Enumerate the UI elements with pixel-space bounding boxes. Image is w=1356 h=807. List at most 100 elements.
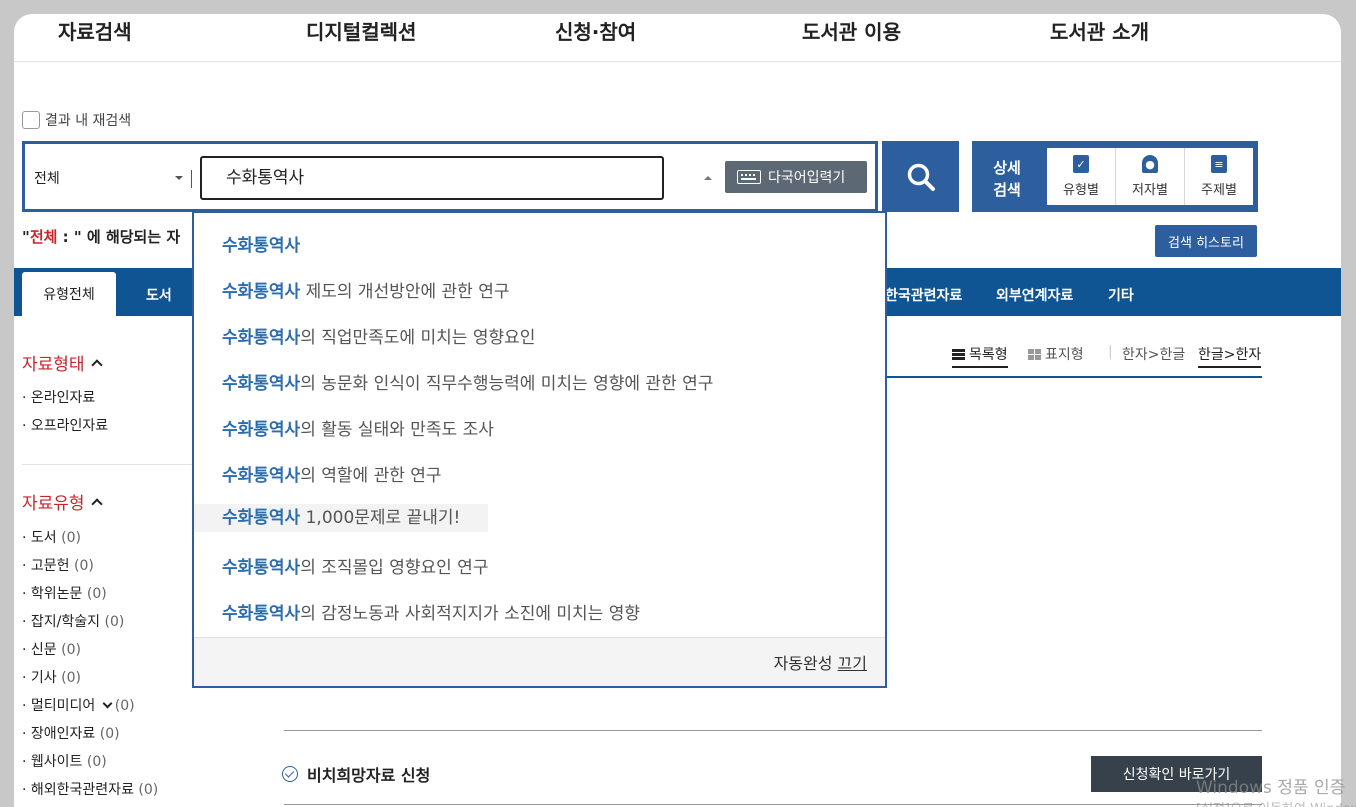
gnb-item-about[interactable]: 도서관 소개 (1050, 16, 1149, 45)
facet-type-item[interactable]: · 신문 (0) (22, 639, 81, 659)
global-nav: 자료검색 디지털컬렉션 신청·참여 도서관 이용 도서관 소개 (14, 14, 1341, 62)
tab-korea-related[interactable]: 한국관련자료 (885, 285, 962, 305)
autocomplete-suffix: 의 조직몰입 영향요인 연구 (300, 558, 489, 578)
facet-type-item-count: (0) (61, 642, 81, 658)
facet-type-item-count: (0) (138, 782, 159, 798)
advanced-label-line1: 상세 (993, 159, 1021, 177)
advanced-by-type[interactable]: ✓ 유형별 (1047, 148, 1115, 205)
research-checkbox[interactable] (22, 111, 40, 129)
autocomplete-item[interactable]: 수화통역사의 활동 실태와 만족도 조사 (222, 415, 494, 440)
tab-all-types[interactable]: 유형전체 (22, 272, 116, 316)
keyboard-label: 다국어입력기 (768, 170, 846, 186)
checklist-icon: ✓ (1073, 155, 1089, 173)
autocomplete-suffix: 의 농문화 인식이 직무수행능력에 미치는 영향에 관한 연구 (300, 374, 714, 394)
advanced-search: 상세 검색 ✓ 유형별 ● 저자별 ≡ 주제별 (972, 141, 1258, 212)
divider (22, 464, 192, 465)
facet-type-item[interactable]: · 해외한국관련자료 (0) (22, 779, 158, 799)
autocomplete-item[interactable]: 수화통역사의 농문화 인식이 직무수행능력에 미치는 영향에 관한 연구 (222, 369, 713, 394)
research-toggle[interactable]: 결과 내 재검색 (22, 110, 131, 130)
autocomplete-suffix: 의 직업만족도에 미치는 영향요인 (300, 328, 536, 348)
autocomplete-suffix: 제도의 개선방안에 관한 연구 (300, 282, 510, 302)
autocomplete-off-link[interactable]: 끄기 (838, 654, 867, 673)
view-cover-button[interactable]: 표지형 (1028, 344, 1084, 364)
facet-type-item[interactable]: · 도서 (0) (22, 527, 81, 547)
facet-form-item[interactable]: · 온라인자료 (22, 387, 95, 407)
facet-online: 온라인자료 (30, 390, 96, 406)
view-list-button[interactable]: 목록형 (952, 344, 1008, 368)
caret-up-icon[interactable] (704, 176, 712, 180)
facet-type-item[interactable]: · 장애인자료 (0) (22, 723, 120, 743)
autocomplete-suffix: 의 활동 실태와 만족도 조사 (300, 420, 494, 440)
autocomplete-item[interactable]: 수화통역사 제도의 개선방안에 관한 연구 (222, 277, 510, 302)
facet-type-item[interactable]: · 웹사이트 (0) (22, 751, 107, 771)
facet-type-item-count: (0) (86, 586, 107, 602)
facet-type-item-label: 잡지/학술지 (30, 614, 101, 630)
facet-type-item[interactable]: · 고문헌 (0) (22, 555, 94, 575)
chevron-down-icon[interactable] (102, 698, 113, 709)
facet-type-item-label: 도서 (30, 530, 57, 546)
advanced-label-line2: 검색 (993, 181, 1021, 199)
search-box: 전체 수화통역사 다국어입력기 (22, 141, 878, 212)
autocomplete-keyword: 수화통역사 (222, 466, 301, 486)
facet-type-item[interactable]: · 학위논문 (0) (22, 583, 107, 603)
scope-select[interactable]: 전체 (34, 168, 60, 188)
multilingual-keyboard-button[interactable]: 다국어입력기 (725, 161, 867, 193)
autocomplete-item[interactable]: 수화통역사의 감정노동과 사회적지지가 소진에 미치는 영향 (222, 599, 640, 624)
facet-type-item[interactable]: · 멀티미디어 (0) (22, 695, 135, 715)
facet-type-title[interactable]: 자료유형 (22, 489, 103, 514)
autocomplete-item-hovered[interactable]: 수화통역사 1,000문제로 끝내기! (194, 504, 489, 532)
facet-type-item-count: (0) (61, 530, 81, 546)
autocomplete-item[interactable]: 수화통역사의 역할에 관한 연구 (222, 461, 442, 486)
hanja-to-hangul-button[interactable]: 한자>한글 (1122, 344, 1185, 364)
facet-type-item-count: (0) (114, 698, 135, 714)
facet-form-item[interactable]: · 오프라인자료 (22, 415, 108, 435)
autocomplete-item[interactable]: 수화통역사의 직업만족도에 미치는 영향요인 (222, 323, 535, 348)
view-separator: | (1108, 344, 1113, 360)
advanced-by-subject[interactable]: ≡ 주제별 (1184, 148, 1253, 205)
autocomplete-keyword: 수화통역사 (222, 420, 301, 440)
list-view-icon (952, 349, 965, 360)
view-cover-label: 표지형 (1045, 347, 1084, 363)
research-label: 결과 내 재검색 (45, 113, 132, 129)
activation-watermark-sub: [설정]으로 이동하여 Windows를 (1196, 798, 1356, 807)
facet-type-label: 자료유형 (22, 494, 85, 514)
facet-type-item-label: 고문헌 (30, 558, 70, 574)
gnb-item-library-use[interactable]: 도서관 이용 (802, 16, 901, 45)
advanced-search-options: ✓ 유형별 ● 저자별 ≡ 주제별 (1047, 148, 1253, 205)
gnb-item-digital-collection[interactable]: 디지털컬렉션 (306, 16, 416, 45)
keyboard-icon (737, 170, 761, 184)
chevron-up-icon (90, 497, 103, 510)
autocomplete-keyword: 수화통역사 (222, 374, 301, 394)
facet-type-item-label: 학위논문 (30, 586, 83, 602)
autocomplete-suffix: 1,000문제로 끝내기! (300, 508, 461, 528)
tab-external[interactable]: 외부연계자료 (996, 285, 1073, 305)
facet-type-item[interactable]: · 기사 (0) (22, 667, 81, 687)
advanced-by-author[interactable]: ● 저자별 (1115, 148, 1184, 205)
autocomplete-keyword: 수화통역사 (222, 282, 301, 302)
divider (284, 730, 1262, 731)
facet-type-item-label: 웹사이트 (30, 754, 83, 770)
tab-books[interactable]: 도서 (146, 285, 172, 305)
facet-offline: 오프라인자료 (30, 418, 109, 434)
autocomplete-keyword: 수화통역사 (222, 558, 301, 578)
autocomplete-item[interactable]: 수화통역사 (222, 231, 300, 256)
autocomplete-footer: 자동완성 끄기 (194, 637, 885, 686)
facet-type-item[interactable]: · 잡지/학술지 (0) (22, 611, 124, 631)
hangul-to-hanja-button[interactable]: 한글>한자 (1198, 344, 1262, 368)
tab-etc[interactable]: 기타 (1108, 285, 1134, 305)
result-tail: : " 에 해당되는 자 (57, 228, 181, 246)
search-button[interactable] (882, 141, 959, 212)
caret-down-icon[interactable] (175, 176, 183, 180)
facet-form-title[interactable]: 자료형태 (22, 350, 103, 375)
autocomplete-item[interactable]: 수화통역사의 조직몰입 영향요인 연구 (222, 553, 488, 578)
gnb-item-apply[interactable]: 신청·참여 (555, 16, 636, 45)
advanced-search-label[interactable]: 상세 검색 (982, 157, 1032, 201)
autocomplete-off-prefix: 자동완성 (773, 654, 838, 673)
search-input[interactable]: 수화통역사 (200, 156, 664, 200)
gnb-item-search[interactable]: 자료검색 (58, 16, 132, 45)
autocomplete-suffix: 의 감정노동과 사회적지지가 소진에 미치는 영향 (300, 604, 641, 624)
result-summary: "전체 : " 에 해당되는 자 (22, 226, 180, 247)
advanced-by-subject-label: 주제별 (1201, 183, 1237, 198)
check-circle-icon (282, 766, 298, 782)
search-history-button[interactable]: 검색 히스토리 (1155, 225, 1257, 257)
